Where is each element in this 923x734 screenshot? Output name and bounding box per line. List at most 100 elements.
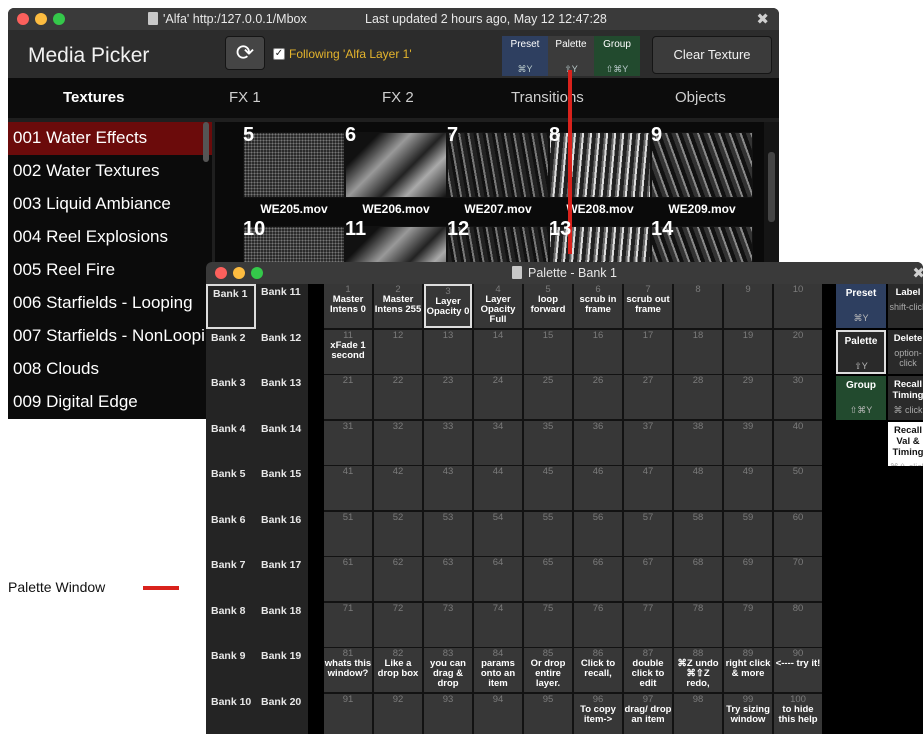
- bank-button[interactable]: Bank 3: [206, 375, 256, 420]
- palette-cell[interactable]: 36: [574, 420, 622, 465]
- bank-button[interactable]: Bank 13: [256, 375, 306, 420]
- follow-layer-toggle[interactable]: ✓ Following 'Alfa Layer 1': [273, 47, 412, 61]
- palette-cell[interactable]: 68: [674, 557, 722, 601]
- palette-cell[interactable]: 90 <---- try it!: [774, 648, 822, 692]
- follow-checkbox[interactable]: ✓: [273, 48, 285, 60]
- palette-cell[interactable]: 93: [424, 693, 472, 734]
- bank-button[interactable]: Bank 9: [206, 648, 256, 693]
- bank-button[interactable]: Bank 10: [206, 694, 256, 734]
- palette-cell[interactable]: 69: [724, 557, 772, 601]
- palette-cell[interactable]: 87 double click to edit: [624, 648, 672, 692]
- palette-cell[interactable]: 28: [674, 375, 722, 419]
- palette-cell[interactable]: 13: [424, 329, 472, 374]
- close-icon[interactable]: [215, 267, 227, 279]
- bank-button[interactable]: Bank 15: [256, 466, 306, 511]
- bank-button[interactable]: Bank 11: [256, 284, 306, 329]
- palette-cell[interactable]: 2 Master Intens 255: [374, 284, 422, 328]
- palette-cell[interactable]: 43: [424, 466, 472, 510]
- palette-cell[interactable]: 18: [674, 329, 722, 374]
- palette-cell[interactable]: 78: [674, 602, 722, 647]
- palette-titlebar[interactable]: Palette - Bank 1 ✖: [206, 262, 923, 284]
- tab-fx2[interactable]: FX 2: [382, 89, 414, 106]
- palette-cell[interactable]: 100 to hide this help: [774, 693, 822, 734]
- bank-button[interactable]: Bank 16: [256, 512, 306, 557]
- palette-cell[interactable]: 74: [474, 602, 522, 647]
- palette-cell[interactable]: 20: [774, 329, 822, 374]
- palette-cell[interactable]: 32: [374, 420, 422, 465]
- palette-cell[interactable]: 92: [374, 693, 422, 734]
- palette-cell[interactable]: 31: [324, 420, 372, 465]
- palette-cell[interactable]: 16: [574, 329, 622, 374]
- palette-cell[interactable]: 48: [674, 466, 722, 510]
- zoom-icon[interactable]: [251, 267, 263, 279]
- folder-item[interactable]: 006 Starfields - Looping: [8, 287, 212, 320]
- folder-item[interactable]: 005 Reel Fire: [8, 254, 212, 287]
- folder-item[interactable]: 007 Starfields - NonLooping: [8, 320, 212, 353]
- texture-tile[interactable]: 5 WE205.mov: [243, 122, 347, 216]
- palette-cell[interactable]: 29: [724, 375, 772, 419]
- texture-tile[interactable]: 8 WE208.mov: [549, 122, 653, 216]
- bank-button[interactable]: Bank 14: [256, 421, 306, 466]
- palette-cell[interactable]: 30: [774, 375, 822, 419]
- palette-cell[interactable]: 75: [524, 602, 572, 647]
- bank-button[interactable]: Bank 20: [256, 694, 306, 734]
- tab-objects[interactable]: Objects: [675, 89, 726, 106]
- palette-cell[interactable]: 42: [374, 466, 422, 510]
- palette-cell[interactable]: 4 Layer Opacity Full: [474, 284, 522, 328]
- palette-cell[interactable]: 95: [524, 693, 572, 734]
- palette-cell[interactable]: 72: [374, 602, 422, 647]
- palette-cell[interactable]: 27: [624, 375, 672, 419]
- palette-cell[interactable]: 38: [674, 420, 722, 465]
- folder-item[interactable]: 003 Liquid Ambiance: [8, 188, 212, 221]
- bank-button[interactable]: Bank 6: [206, 512, 256, 557]
- palette-cell[interactable]: 54: [474, 511, 522, 556]
- palette-cell[interactable]: 52: [374, 511, 422, 556]
- minimize-icon[interactable]: [35, 13, 47, 25]
- palette-cell[interactable]: 73: [424, 602, 472, 647]
- folder-item[interactable]: 008 Clouds: [8, 353, 212, 386]
- bank-button[interactable]: Bank 4: [206, 421, 256, 466]
- palette-cell[interactable]: 55: [524, 511, 572, 556]
- pin-icon[interactable]: ✖: [756, 10, 769, 28]
- folder-list-scrollbar[interactable]: [203, 122, 209, 162]
- bank-button[interactable]: Bank 17: [256, 557, 306, 602]
- palette-action-button[interactable]: Delete option-click: [888, 330, 923, 374]
- palette-cell[interactable]: 19: [724, 329, 772, 374]
- palette-cell[interactable]: 60: [774, 511, 822, 556]
- palette-cell[interactable]: 1 Master Intens 0: [324, 284, 372, 328]
- palette-cell[interactable]: 84 params onto an item: [474, 648, 522, 692]
- palette-cell[interactable]: 23: [424, 375, 472, 419]
- palette-action-button[interactable]: Label shift-click: [888, 284, 923, 328]
- clear-texture-button[interactable]: Clear Texture: [652, 36, 772, 74]
- palette-cell[interactable]: 24: [474, 375, 522, 419]
- pin-icon[interactable]: ✖: [912, 264, 923, 282]
- palette-cell[interactable]: 8: [674, 284, 722, 328]
- folder-item[interactable]: 002 Water Textures: [8, 155, 212, 188]
- mode-preset-button[interactable]: Preset ⌘Y: [502, 36, 548, 76]
- palette-cell[interactable]: 3 Layer Opacity 0: [424, 284, 472, 328]
- refresh-button[interactable]: ⟳: [225, 36, 265, 70]
- palette-cell[interactable]: 59: [724, 511, 772, 556]
- palette-cell[interactable]: 62: [374, 557, 422, 601]
- media-picker-titlebar[interactable]: 'Alfa' http:/127.0.0.1/Mbox Last updated…: [8, 8, 779, 30]
- palette-mode-palette-button[interactable]: Palette ⇧Y: [836, 330, 886, 374]
- palette-cell[interactable]: 96 To copy item->: [574, 693, 622, 734]
- palette-cell[interactable]: 67: [624, 557, 672, 601]
- palette-cell[interactable]: 53: [424, 511, 472, 556]
- palette-cell[interactable]: 47: [624, 466, 672, 510]
- bank-button[interactable]: Bank 2: [206, 330, 256, 375]
- palette-cell[interactable]: 71: [324, 602, 372, 647]
- palette-cell[interactable]: 11 xFade 1 second: [324, 329, 372, 374]
- tab-fx1[interactable]: FX 1: [229, 89, 261, 106]
- tab-transitions[interactable]: Transitions: [511, 89, 584, 106]
- palette-cell[interactable]: 82 Like a drop box: [374, 648, 422, 692]
- palette-cell[interactable]: 85 Or drop entire layer.: [524, 648, 572, 692]
- bank-button[interactable]: Bank 7: [206, 557, 256, 602]
- palette-cell[interactable]: 70: [774, 557, 822, 601]
- palette-cell[interactable]: 45: [524, 466, 572, 510]
- bank-button[interactable]: Bank 12: [256, 330, 306, 375]
- palette-cell[interactable]: 34: [474, 420, 522, 465]
- palette-cell[interactable]: 12: [374, 329, 422, 374]
- palette-cell[interactable]: 7 scrub out frame: [624, 284, 672, 328]
- palette-cell[interactable]: 50: [774, 466, 822, 510]
